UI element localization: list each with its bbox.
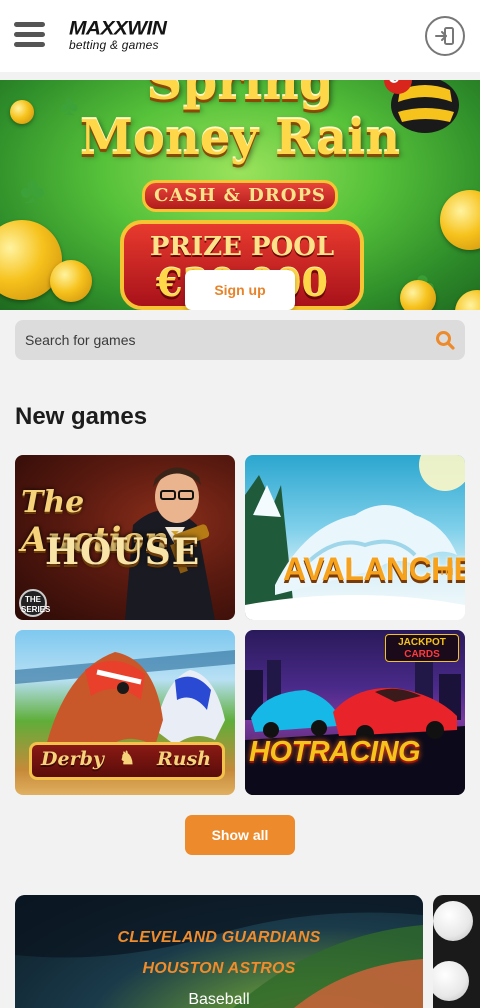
coin-decoration — [400, 280, 436, 310]
login-button[interactable] — [425, 16, 465, 56]
show-all-button[interactable]: Show all — [185, 815, 295, 855]
game-tile-auction-house[interactable]: The Auction HOUSE THE SERIES — [15, 455, 235, 620]
coin-decoration — [440, 190, 480, 250]
header: MAXXWIN betting & games — [0, 0, 480, 72]
derby-rush-title-left: Derby — [41, 748, 104, 770]
game-tile-derby-rush[interactable]: Derby Rush ♞ — [15, 630, 235, 795]
avalanche-illustration — [245, 455, 465, 620]
banner-title-line2: Money Rain — [79, 110, 401, 166]
baseball-icon — [433, 961, 469, 1001]
trademark-badge: TM — [439, 567, 454, 578]
game-tile-avalanche[interactable]: AVALANCHE TM — [245, 455, 465, 620]
the-series-badge: THE SERIES — [19, 589, 50, 617]
search-icon[interactable] — [435, 330, 455, 350]
derby-rush-title-right: Rush — [157, 748, 212, 770]
sport-category: Baseball — [188, 991, 250, 1008]
jackpot-cards-badge: JACKPOT CARDS — [385, 634, 459, 662]
search-input[interactable] — [15, 332, 415, 348]
team-1-name: CLEVELAND GUARDIANS — [117, 929, 321, 946]
new-games-title: New games — [15, 403, 148, 430]
banner-title-line1: Spring — [146, 80, 334, 111]
hamburger-menu-icon[interactable] — [14, 20, 46, 48]
sport-event-card-next[interactable] — [433, 895, 480, 1008]
coin-decoration — [50, 260, 92, 302]
logo[interactable]: MAXXWIN betting & games — [69, 18, 191, 54]
baseball-icon — [433, 901, 473, 941]
signup-button[interactable]: Sign up — [185, 270, 295, 310]
jockey-icon: ♞ — [119, 748, 136, 768]
sport-event-card[interactable]: CLEVELAND GUARDIANS HOUSTON ASTROS Baseb… — [15, 895, 423, 1008]
login-icon — [435, 27, 454, 45]
auction-house-title-bottom: HOUSE — [45, 531, 201, 573]
prize-pool-label: PRIZE POOL — [149, 232, 335, 262]
hot-racing-title: HOTRACING — [249, 736, 421, 768]
promo-banner[interactable]: ♣ ♣ ♣ ♣ Spring Money Rain CASH & DROPS P… — [0, 80, 480, 310]
game-tile-hot-racing[interactable]: HOTRACING JACKPOT CARDS — [245, 630, 465, 795]
cash-drops-label: CASH & DROPS — [142, 180, 338, 212]
logo-tagline: betting & games — [69, 38, 159, 52]
clover-decoration: ♣ — [20, 170, 45, 212]
search-bar — [15, 320, 465, 360]
coin-decoration — [455, 290, 480, 310]
logo-text: MAXXWIN — [69, 17, 167, 40]
avalanche-title: AVALANCHE — [283, 551, 465, 587]
team-2-name: HOUSTON ASTROS — [142, 960, 296, 977]
